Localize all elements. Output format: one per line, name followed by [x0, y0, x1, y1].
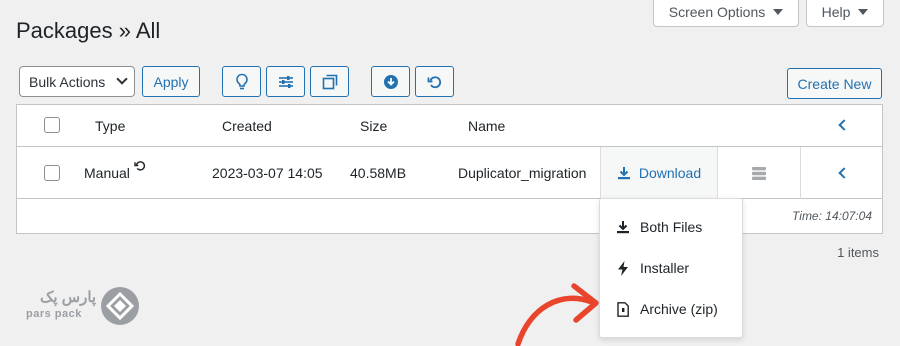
- menu-item-label: Both Files: [640, 219, 703, 235]
- create-new-label: Create New: [797, 75, 872, 92]
- download-circle-icon: [383, 74, 398, 89]
- download-icon: [617, 167, 630, 180]
- table-row: Manual 2023-03-07 14:05 40.58MB Duplicat…: [17, 147, 882, 199]
- chevron-down-icon: [858, 9, 869, 15]
- storage-icon: [752, 166, 766, 180]
- parspack-logo-text: pars pack: [26, 308, 82, 320]
- apply-label: Apply: [153, 73, 189, 90]
- download-button[interactable]: Download: [601, 147, 717, 199]
- screen-options-label: Screen Options: [668, 4, 766, 20]
- menu-item-both-files[interactable]: Both Files: [616, 219, 702, 235]
- menu-item-label: Archive (zip): [640, 301, 718, 317]
- download-menu: Both Files Installer Archive (zip): [599, 198, 743, 338]
- parspack-logo-mark-icon: [101, 287, 139, 325]
- templates-button[interactable]: [310, 66, 349, 97]
- bulk-actions-select[interactable]: Bulk Actions: [19, 66, 135, 97]
- settings-button[interactable]: [266, 66, 305, 97]
- column-header-name[interactable]: Name: [468, 118, 505, 134]
- menu-item-installer[interactable]: Installer: [616, 260, 689, 276]
- menu-item-archive-zip[interactable]: Archive (zip): [616, 301, 718, 317]
- recovery-button[interactable]: [415, 66, 454, 97]
- help-label: Help: [821, 4, 851, 20]
- row-checkbox[interactable]: [44, 165, 60, 181]
- annotation-arrow-icon: [515, 283, 599, 346]
- cell-type: Manual: [84, 165, 130, 181]
- footer-time: Time: 14:07:04: [792, 209, 872, 223]
- select-all-checkbox[interactable]: [44, 117, 60, 133]
- column-header-size[interactable]: Size: [360, 118, 387, 134]
- copy-icon: [322, 74, 337, 89]
- download-icon: [617, 221, 629, 234]
- cell-created: 2023-03-07 14:05: [212, 165, 323, 181]
- create-new-button[interactable]: Create New: [787, 68, 882, 99]
- storage-button[interactable]: [718, 147, 800, 199]
- chevron-down-icon: [773, 9, 784, 15]
- bolt-icon: [618, 260, 628, 276]
- help-button[interactable]: Help: [806, 0, 884, 27]
- chevron-left-icon[interactable]: [838, 167, 850, 179]
- items-count: 1 items: [837, 245, 879, 260]
- parspack-logo-brand-script: پارس پک: [40, 289, 97, 306]
- import-button[interactable]: [371, 66, 410, 97]
- undo-icon: [427, 75, 441, 88]
- file-zip-icon: [617, 301, 629, 317]
- packages-table: Type Created Size Name Manual 2023-03-07…: [16, 104, 883, 234]
- hint-button[interactable]: [222, 66, 261, 97]
- apply-button[interactable]: Apply: [142, 66, 200, 97]
- chevron-down-icon: [116, 73, 128, 85]
- lightbulb-icon: [235, 73, 248, 89]
- column-header-type[interactable]: Type: [95, 118, 125, 134]
- parspack-logo: پارس پک pars pack: [22, 286, 140, 328]
- download-label: Download: [638, 165, 702, 181]
- refresh-icon: [134, 161, 146, 171]
- page-title: Packages » All: [16, 18, 161, 43]
- divider: [800, 147, 801, 199]
- column-header-created[interactable]: Created: [222, 118, 272, 134]
- sliders-icon: [278, 75, 293, 88]
- cell-name: Duplicator_migration: [458, 165, 587, 181]
- table-header: Type Created Size Name: [17, 105, 882, 147]
- menu-item-label: Installer: [640, 260, 690, 276]
- cell-size: 40.58MB: [350, 165, 407, 181]
- screen-options-button[interactable]: Screen Options: [653, 0, 799, 27]
- bulk-actions-value: Bulk Actions: [29, 73, 106, 90]
- chevron-left-icon[interactable]: [838, 119, 850, 131]
